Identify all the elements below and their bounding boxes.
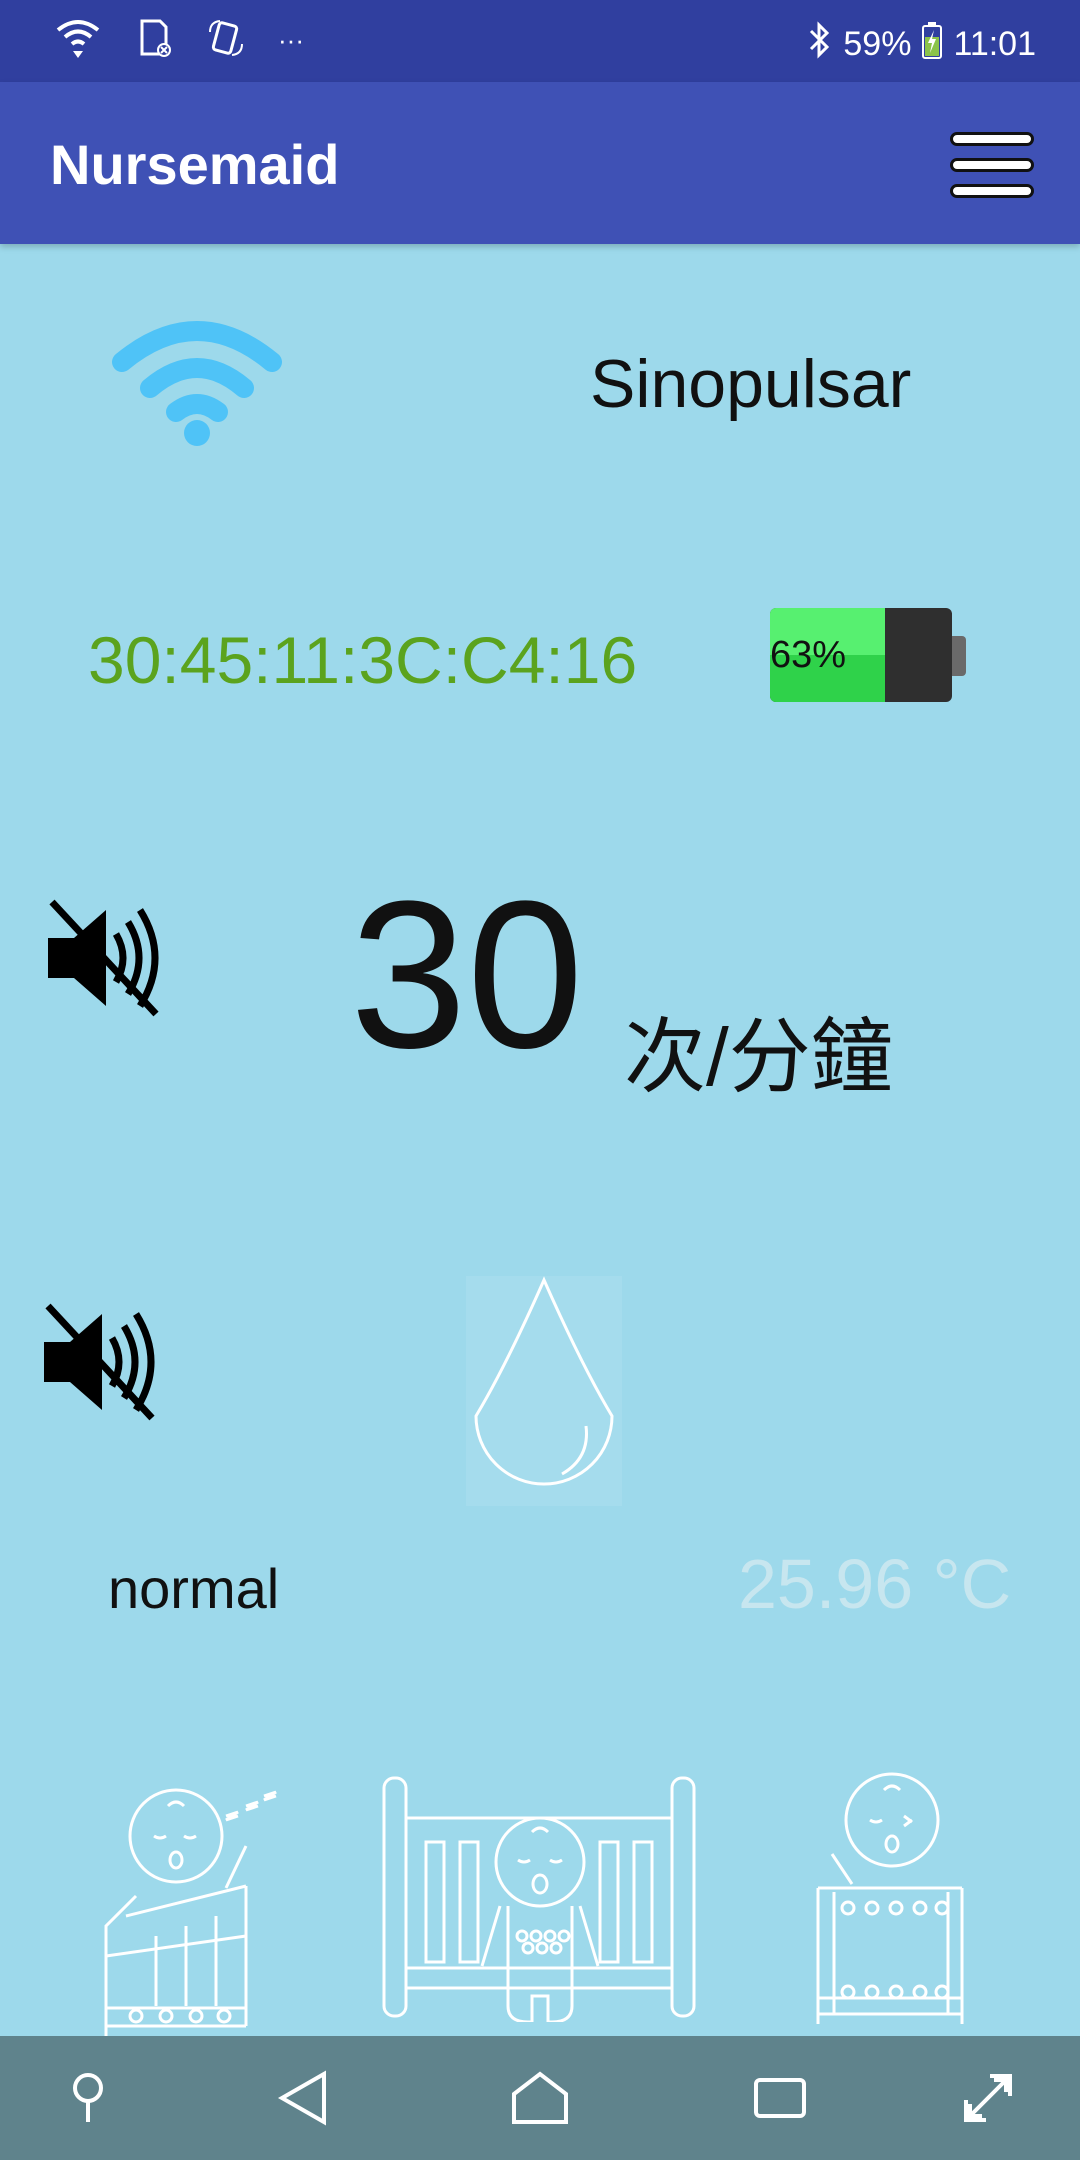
sd-card-icon: [134, 18, 174, 63]
baby-sleeping-crib-icon: [96, 1776, 296, 2041]
bluetooth-icon: [807, 20, 833, 69]
wifi-icon: [112, 318, 282, 453]
expand-icon[interactable]: [960, 2070, 1016, 2131]
battery-percent: 59%: [843, 25, 912, 63]
speaker-muted-icon[interactable]: [44, 898, 174, 1023]
home-icon[interactable]: [510, 2070, 570, 2131]
wifi-status-icon: [56, 18, 100, 63]
breathing-rate-value: 30: [350, 857, 584, 1092]
clock: 11:01: [953, 25, 1036, 63]
device-name: Sinopulsar: [590, 346, 912, 422]
app-bar: Nursemaid: [0, 82, 1080, 244]
status-bar: ··· 59% 11:01: [0, 0, 1080, 82]
baby-standing-crib-icon: [382, 1776, 698, 2027]
phone-rotate-icon: [208, 18, 244, 63]
app-title: Nursemaid: [50, 133, 340, 196]
battery-charging-icon: [921, 20, 943, 69]
moisture-status: normal: [108, 1557, 280, 1620]
speaker-muted-icon[interactable]: [40, 1302, 170, 1427]
overflow-indicator: ···: [278, 25, 304, 55]
hamburger-menu-icon[interactable]: [948, 132, 1038, 202]
water-drop-icon: [466, 1276, 622, 1506]
temperature-value: 25.96 °C: [738, 1545, 1012, 1623]
battery-label: 63%: [770, 634, 847, 676]
back-icon[interactable]: [276, 2070, 332, 2131]
mac-address: 30:45:11:3C:C4:16: [88, 623, 638, 697]
pin-icon[interactable]: [70, 2070, 106, 2131]
system-nav-bar: [0, 2036, 1080, 2160]
device-battery-indicator: 63%: [770, 608, 966, 702]
baby-waking-crib-icon: [812, 1764, 972, 2033]
recents-icon[interactable]: [752, 2070, 808, 2131]
breathing-rate-unit: 次/分鐘: [624, 1012, 893, 1103]
